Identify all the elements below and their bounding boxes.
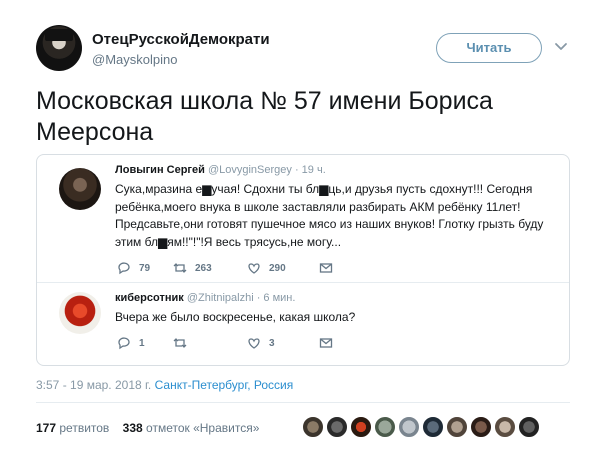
reply-icon (118, 262, 130, 275)
heart-icon (248, 338, 260, 349)
tweet-header: ОтецРусскойДемократи @Mayskolpino Читать (36, 22, 576, 74)
likes-label[interactable]: отметок «Нравится» (146, 421, 259, 435)
tweet-place[interactable]: Санкт-Петербург, Россия (155, 378, 294, 392)
quoted-thread[interactable]: Ловыгин Сергей @LovyginSergey · 19 ч. Су… (36, 154, 570, 366)
avatar[interactable] (326, 416, 348, 438)
tweet-actions: 79 263 290 (117, 260, 417, 276)
message-button[interactable] (319, 260, 333, 276)
avatar[interactable] (59, 168, 101, 210)
reply-count: 79 (139, 262, 151, 274)
author-avatar[interactable] (36, 25, 82, 71)
retweet-count: 263 (195, 262, 212, 274)
quoted-time[interactable]: · 6 мин. (257, 292, 296, 304)
avatar[interactable] (374, 416, 396, 438)
divider (37, 282, 569, 283)
avatar[interactable] (302, 416, 324, 438)
retweet-icon (173, 338, 187, 348)
reply-icon (118, 337, 130, 350)
quoted-author-handle[interactable]: @LovyginSergey (208, 164, 292, 176)
tweet-time[interactable]: 3:57 - 19 мар. 2018 г. (36, 378, 151, 392)
quoted-tweet-1[interactable]: Ловыгин Сергей @LovyginSergey · 19 ч. Су… (37, 164, 569, 282)
quoted-tweet-text: Сука,мразина е▆учая! Сдохни ты бл▆ць,и д… (115, 182, 544, 249)
tweet-stats: 177 ретвитов 338 отметок «Нравится» (36, 421, 259, 435)
like-count: 290 (269, 262, 286, 274)
follow-button[interactable]: Читать (436, 33, 542, 63)
retweet-button[interactable] (173, 335, 195, 351)
author-handle[interactable]: @Mayskolpino (92, 52, 177, 67)
avatar[interactable] (446, 416, 468, 438)
message-button[interactable] (319, 335, 333, 351)
avatar[interactable] (422, 416, 444, 438)
like-count: 3 (269, 337, 275, 349)
envelope-icon (319, 338, 333, 348)
like-button[interactable]: 3 (247, 335, 275, 351)
avatar[interactable] (470, 416, 492, 438)
avatar[interactable] (59, 292, 101, 334)
avatar[interactable] (518, 416, 540, 438)
quoted-tweet-header: Ловыгин Сергей @LovyginSergey · 19 ч. (115, 164, 326, 176)
avatar[interactable] (494, 416, 516, 438)
envelope-icon (319, 263, 333, 273)
tweet-timestamp: 3:57 - 19 мар. 2018 г. Санкт-Петербург, … (36, 378, 293, 392)
retweet-button[interactable]: 263 (173, 260, 212, 276)
chevron-down-icon[interactable] (552, 37, 570, 55)
tweet-actions: 1 3 (117, 335, 417, 351)
quoted-tweet-header: киберсотник @Zhitnipalzhi · 6 мин. (115, 292, 295, 304)
reply-count: 1 (139, 337, 145, 349)
quoted-author-name[interactable]: Ловыгин Сергей (115, 164, 205, 176)
likes-count[interactable]: 338 (123, 421, 143, 435)
tweet-text: Московская школа № 57 имени Бориса Меерс… (36, 87, 493, 146)
retweets-count[interactable]: 177 (36, 421, 56, 435)
divider (36, 402, 570, 403)
quoted-tweet-text: Вчера же было воскресенье, какая школа? (115, 310, 356, 324)
author-name[interactable]: ОтецРусскойДемократи (92, 31, 270, 48)
quoted-time[interactable]: · 19 ч. (295, 164, 326, 176)
retweets-label[interactable]: ретвитов (59, 421, 109, 435)
retweet-icon (173, 263, 187, 273)
reply-button[interactable]: 1 (117, 335, 145, 351)
quoted-author-name[interactable]: киберсотник (115, 292, 184, 304)
reply-button[interactable]: 79 (117, 260, 150, 276)
like-button[interactable]: 290 (247, 260, 286, 276)
quoted-tweet-2[interactable]: киберсотник @Zhitnipalzhi · 6 мин. Вчера… (37, 292, 569, 358)
quoted-author-handle[interactable]: @Zhitnipalzhi (187, 292, 254, 304)
avatar[interactable] (398, 416, 420, 438)
heart-icon (248, 263, 260, 274)
avatar[interactable] (350, 416, 372, 438)
